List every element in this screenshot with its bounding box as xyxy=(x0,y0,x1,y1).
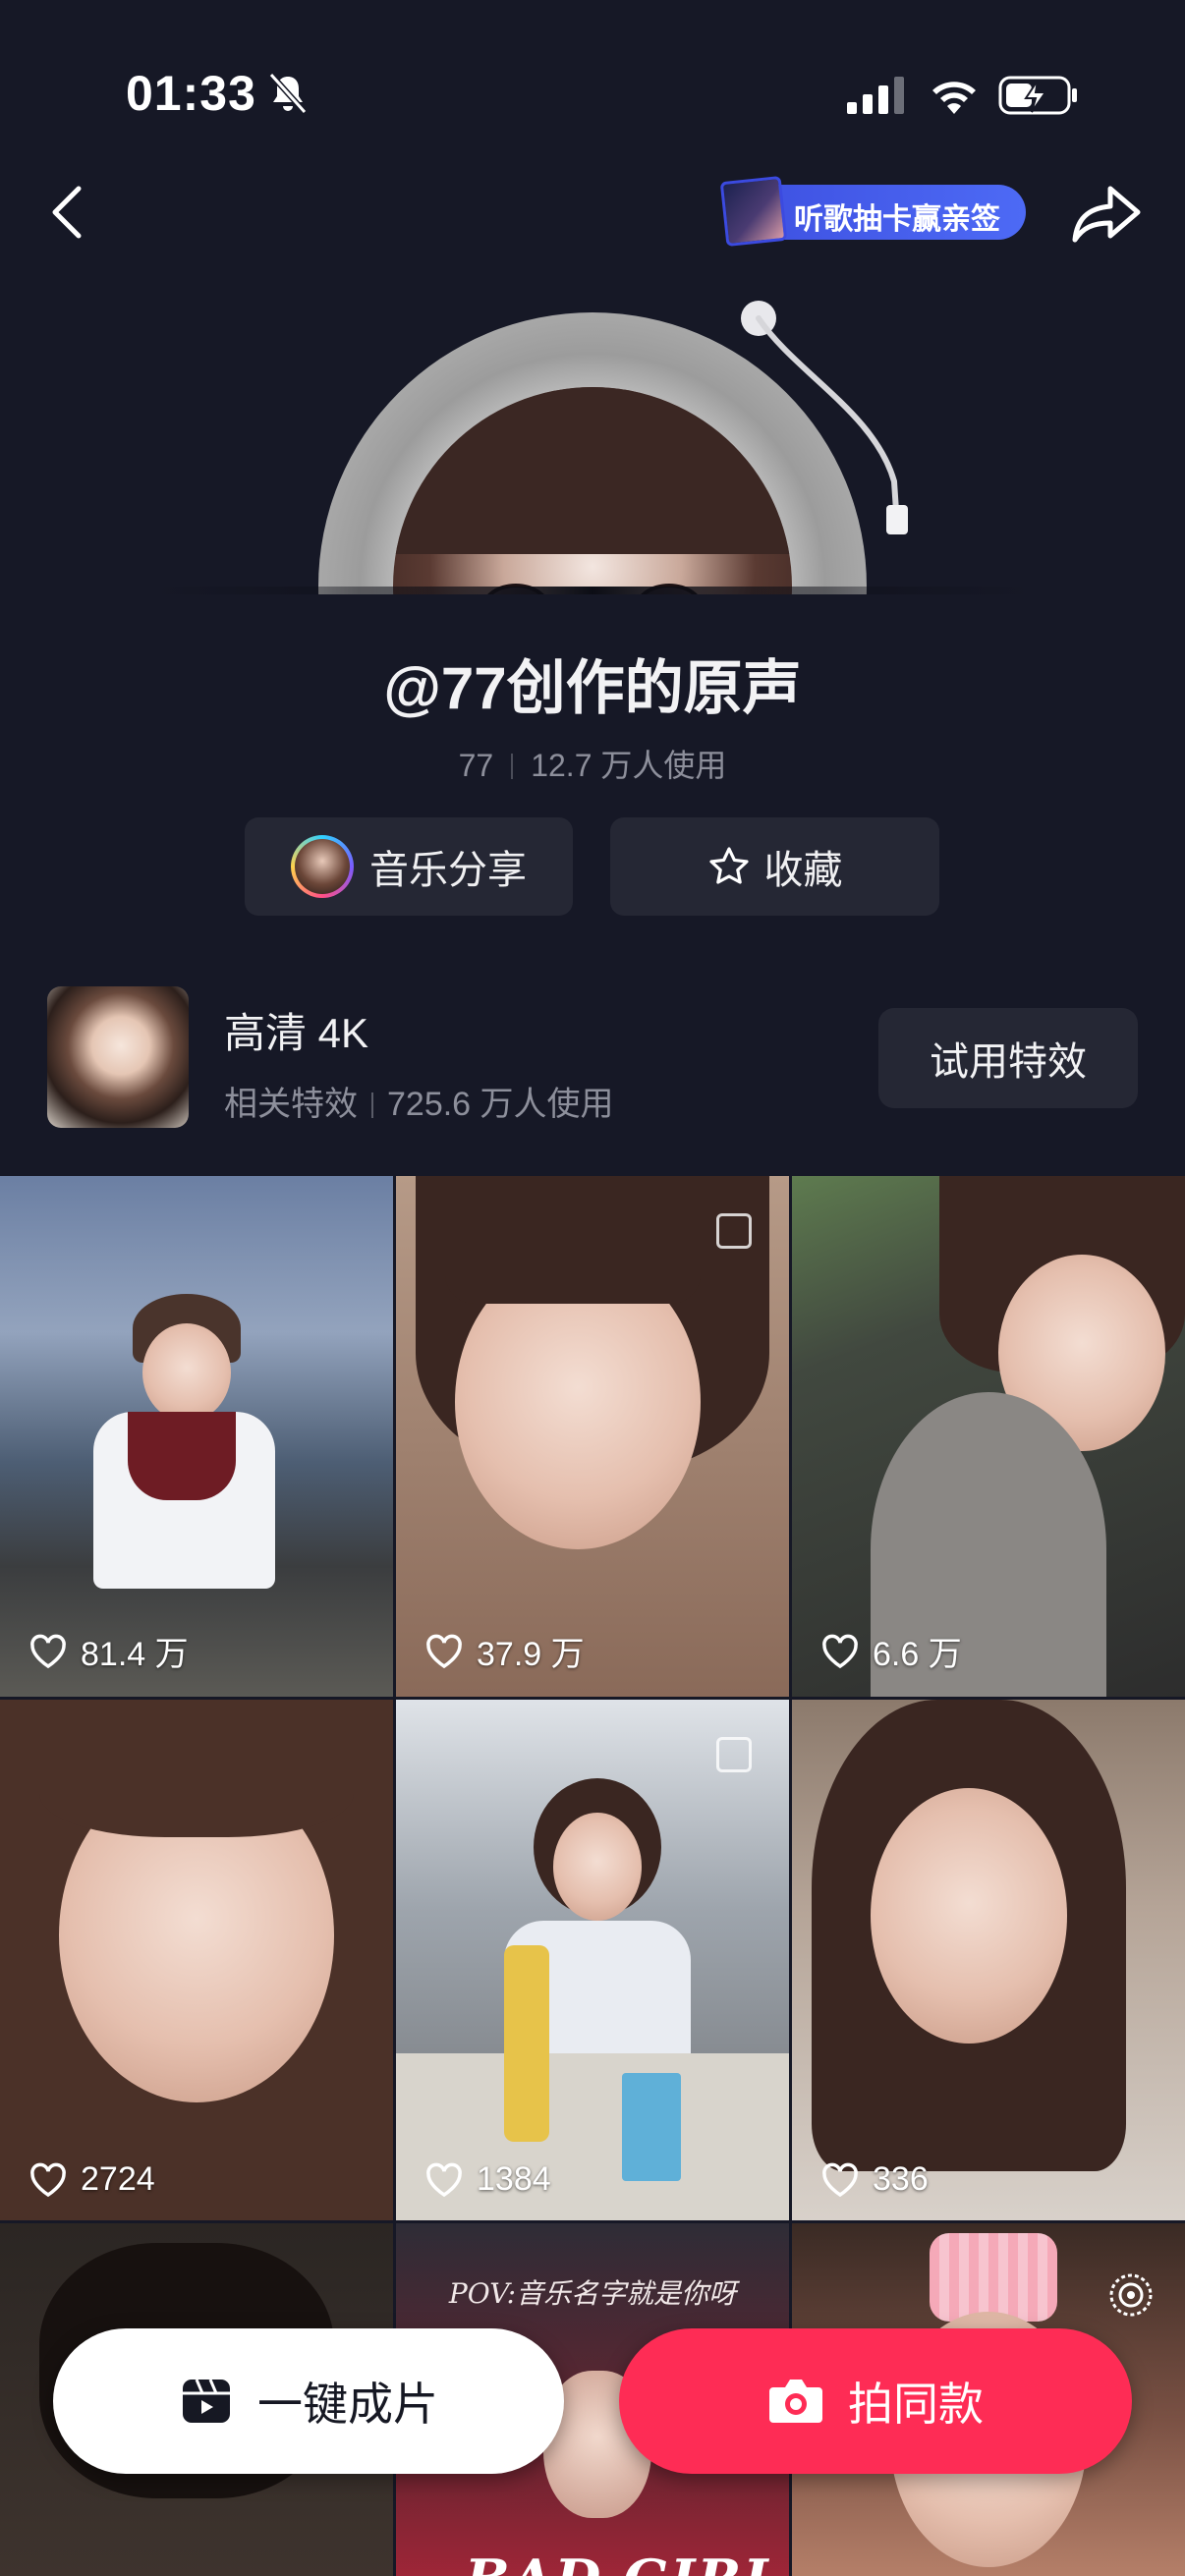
heart-icon xyxy=(822,1634,858,1668)
back-arrow-icon[interactable] xyxy=(45,183,90,242)
heart-icon xyxy=(822,2162,858,2197)
music-author[interactable]: 77 xyxy=(459,748,494,783)
video-tile[interactable]: 6.6 万 xyxy=(792,1176,1185,1697)
status-time: 01:33 xyxy=(126,66,256,121)
shoot-label: 拍同款 xyxy=(848,2379,984,2430)
music-share-label: 音乐分享 xyxy=(369,849,527,892)
effect-meta: 相关特效 725.6 万人使用 xyxy=(224,1077,614,1125)
star-icon xyxy=(708,847,749,884)
promo-thumbnail xyxy=(719,175,788,248)
wifi-icon xyxy=(932,82,976,114)
favorite-label: 收藏 xyxy=(763,849,843,892)
avatar xyxy=(291,835,354,898)
music-title: @77创作的原声 xyxy=(383,655,802,721)
one-click-video-button[interactable]: 一键成片 xyxy=(53,2328,564,2474)
battery-charging-icon xyxy=(998,76,1077,115)
video-tile[interactable]: 336 xyxy=(792,1700,1185,2220)
select-checkbox[interactable] xyxy=(716,1213,752,1249)
heart-icon xyxy=(426,2162,462,2197)
like-count: 37.9 万 xyxy=(425,1627,585,1675)
video-tile[interactable]: 2724 xyxy=(0,1700,393,2220)
like-count: 2724 xyxy=(29,2160,155,2199)
music-usage: 12.7 万人使用 xyxy=(531,748,727,783)
video-tile[interactable]: 81.4 万 xyxy=(0,1176,393,1697)
promo-label: 听歌抽卡赢亲签 xyxy=(794,203,1000,236)
like-count: 6.6 万 xyxy=(821,1627,962,1675)
like-count: 336 xyxy=(821,2160,929,2199)
heart-icon xyxy=(30,1634,66,1668)
clapperboard-icon xyxy=(183,2379,230,2423)
poster-pov-text: POV:音乐名字就是你呀 xyxy=(448,2277,737,2310)
shoot-same-button[interactable]: 拍同款 xyxy=(619,2328,1132,2474)
effect-thumbnail[interactable] xyxy=(47,986,189,1128)
heart-icon xyxy=(30,2162,66,2197)
select-checkbox[interactable] xyxy=(716,1737,752,1772)
try-effect-button[interactable]: 试用特效 xyxy=(878,1008,1138,1108)
poster-title: BAD GIRL xyxy=(465,2548,782,2576)
video-tile[interactable]: 37.9 万 xyxy=(396,1176,789,1697)
music-meta: 77 12.7 万人使用 xyxy=(0,741,1185,786)
heart-icon xyxy=(426,1634,462,1668)
effect-category: 相关特效 xyxy=(224,1086,358,1123)
music-share-button[interactable]: 音乐分享 xyxy=(245,817,573,916)
promo-banner[interactable]: 听歌抽卡赢亲签 xyxy=(719,175,1026,248)
like-count: 81.4 万 xyxy=(29,1627,189,1675)
tonearm-icon xyxy=(741,301,908,534)
status-bar: 01:33 xyxy=(0,0,1185,187)
effect-name[interactable]: 高清 4K xyxy=(224,1000,368,1060)
share-arrow-icon[interactable] xyxy=(1071,183,1142,244)
one-click-label: 一键成片 xyxy=(257,2379,438,2430)
target-icon xyxy=(1109,2273,1153,2317)
effect-usage: 725.6 万人使用 xyxy=(387,1086,614,1123)
bell-muted-icon xyxy=(268,72,308,115)
like-count: 1384 xyxy=(425,2160,551,2199)
video-tile[interactable]: 1384 xyxy=(396,1700,789,2220)
cellular-signal-icon xyxy=(847,77,904,114)
hair-curler xyxy=(930,2233,1057,2322)
favorite-button[interactable]: 收藏 xyxy=(610,817,939,916)
camera-icon xyxy=(769,2380,822,2423)
